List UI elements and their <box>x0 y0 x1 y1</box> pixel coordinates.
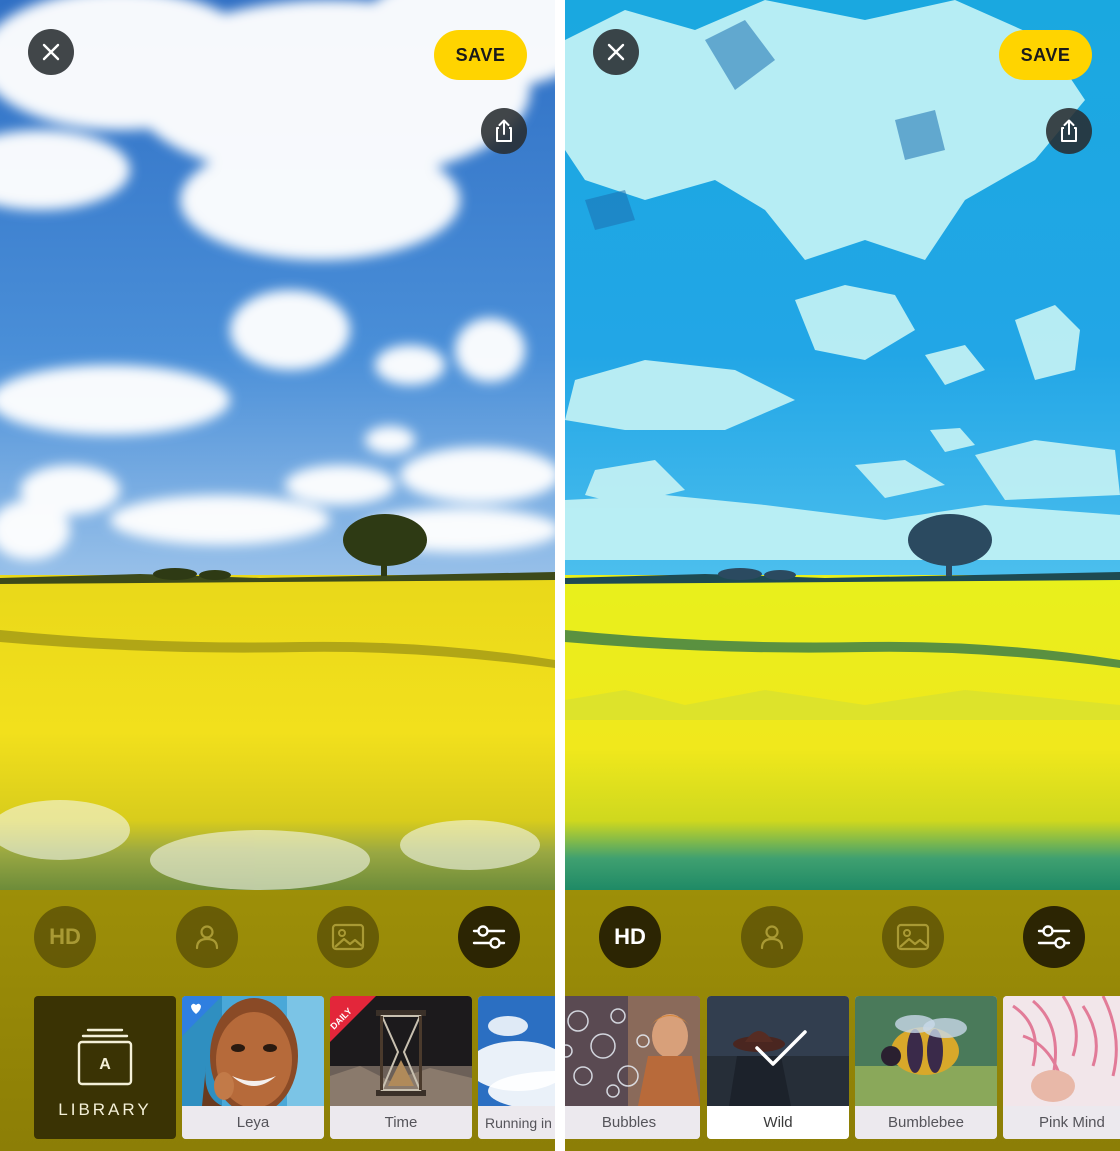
filtered-panel: SAVE HD Bubbles Wild Bumblebee Pink Mind <box>565 0 1120 1151</box>
background-button[interactable] <box>317 906 379 968</box>
filter-pink-mind[interactable]: Pink Mind <box>1003 996 1120 1139</box>
filter-leya[interactable]: Leya <box>182 996 324 1139</box>
close-icon <box>607 43 625 61</box>
background-button[interactable] <box>882 906 944 968</box>
filter-label: Wild <box>707 1106 849 1139</box>
editor-toolbar: HD <box>565 890 1120 1151</box>
hd-label: HD <box>49 924 81 949</box>
share-icon <box>1061 119 1077 142</box>
save-button[interactable]: SAVE <box>999 30 1092 80</box>
library-button[interactable]: A LIBRARY <box>34 996 176 1139</box>
original-photo <box>0 0 555 890</box>
filter-thumbnail <box>855 996 997 1106</box>
filter-thumbnail <box>565 996 700 1106</box>
filter-wild[interactable]: Wild <box>707 996 849 1139</box>
comparison-divider <box>555 0 565 1151</box>
filtered-photo <box>565 0 1120 890</box>
library-label: LIBRARY <box>58 1100 152 1119</box>
hd-button[interactable]: HD <box>34 906 96 968</box>
sliders-icon <box>472 925 506 949</box>
filter-label: Bumblebee <box>855 1106 997 1139</box>
library-icon-letter: A <box>99 1056 111 1073</box>
filter-bubbles[interactable]: Bubbles <box>565 996 700 1139</box>
share-button[interactable] <box>481 108 527 154</box>
image-icon <box>896 923 930 951</box>
share-button[interactable] <box>1046 108 1092 154</box>
sliders-icon <box>1037 925 1071 949</box>
hd-button[interactable]: HD <box>599 906 661 968</box>
filter-running-in[interactable]: Running in <box>478 996 555 1139</box>
new-badge <box>182 996 222 1036</box>
adjust-button[interactable] <box>458 906 520 968</box>
filter-thumbnail <box>478 996 555 1106</box>
daily-badge: DAILY <box>330 996 376 1042</box>
filter-label: Leya <box>182 1106 324 1139</box>
filter-time[interactable]: DAILY Time <box>330 996 472 1139</box>
filter-label: Bubbles <box>565 1106 700 1139</box>
filter-label: Time <box>330 1106 472 1139</box>
adjust-button[interactable] <box>1023 906 1085 968</box>
share-icon <box>496 119 512 142</box>
close-button[interactable] <box>593 29 639 75</box>
close-button[interactable] <box>28 29 74 75</box>
editor-toolbar: HD <box>0 890 555 1151</box>
library-icon: A <box>77 1028 133 1086</box>
portrait-button[interactable] <box>741 906 803 968</box>
close-icon <box>42 43 60 61</box>
filter-label: Running in <box>478 1106 555 1139</box>
original-panel: SAVE HD A LIBRARY Leya DAILY Time Runnin… <box>0 0 555 1151</box>
save-button[interactable]: SAVE <box>434 30 527 80</box>
image-icon <box>331 923 365 951</box>
portrait-button[interactable] <box>176 906 238 968</box>
person-icon <box>195 925 219 950</box>
filter-bumblebee[interactable]: Bumblebee <box>855 996 997 1139</box>
person-icon <box>760 925 784 950</box>
filter-thumbnail <box>1003 996 1120 1106</box>
hd-label: HD <box>614 924 646 949</box>
filter-label: Pink Mind <box>1003 1106 1120 1139</box>
filter-thumbnail <box>707 996 849 1106</box>
